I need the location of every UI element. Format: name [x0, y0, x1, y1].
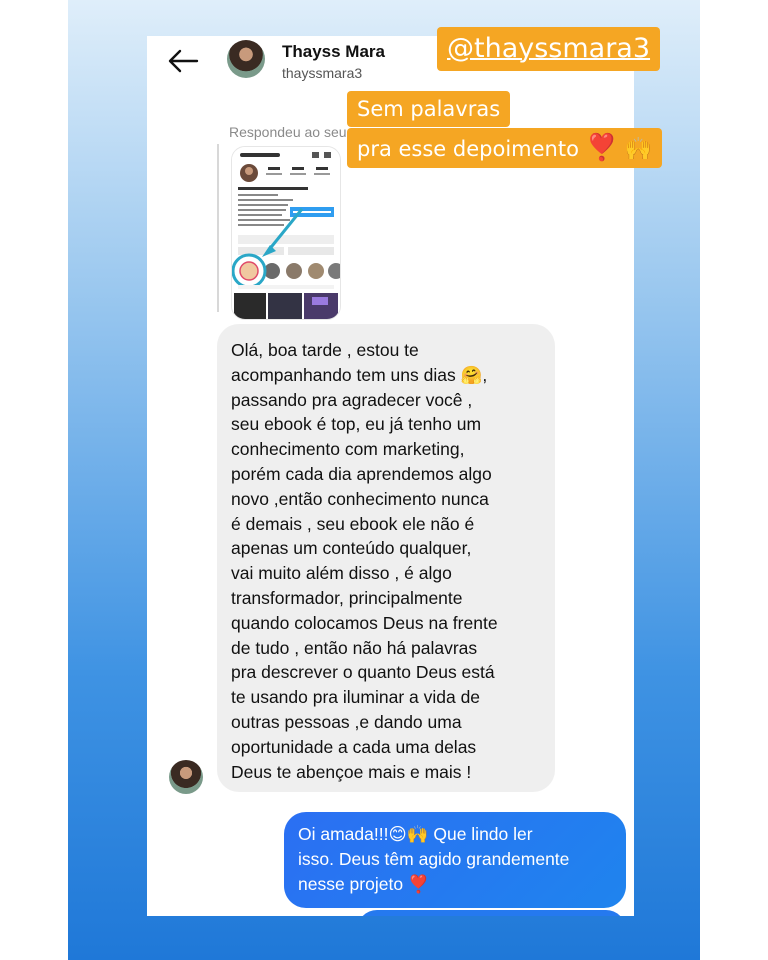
caption-sticker-line2: pra esse depoimento ❣️ 🙌 [347, 128, 663, 168]
incoming-message-bubble[interactable]: Olá, boa tarde , estou te acompanhando t… [217, 324, 555, 792]
sender-avatar[interactable] [169, 760, 203, 794]
contact-username: thayssmara3 [282, 65, 363, 81]
reply-divider [217, 144, 219, 312]
heart-icon: ❣️ [585, 133, 618, 163]
raised-hands-icon: 🙌 [624, 137, 653, 162]
next-outgoing-bubble[interactable] [357, 910, 626, 916]
handle-sticker[interactable]: @thayssmara3 [437, 27, 661, 71]
contact-name[interactable]: Thayss Mara [282, 42, 385, 62]
back-arrow-icon[interactable] [167, 48, 199, 74]
incoming-message-text: Olá, boa tarde , estou te acompanhando t… [231, 340, 498, 782]
profile-screenshot-graphic [232, 147, 340, 319]
reply-label: Respondeu ao seu [229, 124, 347, 140]
outgoing-message-text: Oi amada!!!😊🙌 Que lindo ler isso. Deus t… [298, 824, 570, 894]
contact-avatar[interactable] [227, 40, 265, 78]
replied-story-thumbnail[interactable] [231, 146, 341, 320]
caption-sticker-line2-text: pra esse depoimento [357, 137, 579, 161]
outgoing-message-bubble[interactable]: Oi amada!!!😊🙌 Que lindo ler isso. Deus t… [284, 812, 626, 908]
caption-sticker-line1: Sem palavras [347, 91, 511, 127]
